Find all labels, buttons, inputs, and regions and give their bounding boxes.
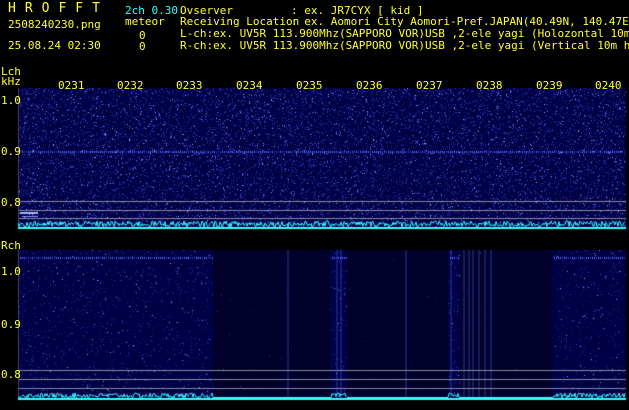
time-tick-0234: 0234 [236,79,263,92]
location-value: : ex. Aomori City Aomori-Pref.JAPAN(40.4… [291,15,629,28]
rch-tick-0-9: 0.9 [1,318,21,331]
rch-count: 0 [139,40,146,53]
hrofft-logo: HROFFT [8,1,109,16]
time-tick-0240: 0240 [595,79,622,92]
lch-tick-0-9: 0.9 [1,145,21,158]
rch-label: Rch [1,239,21,252]
time-tick-0232: 0232 [117,79,144,92]
rch-tick-1-0: 1.0 [1,265,21,278]
time-tick-0239: 0239 [536,79,563,92]
rch-tick-0-8: 0.8 [1,368,21,381]
time-tick-0231: 0231 [58,79,85,92]
lch-tick-1-0: 1.0 [1,94,21,107]
rch-description: R-ch:ex. UV5R 113.900Mhz(SAPPORO VOR)USB… [180,40,629,52]
time-tick-0238: 0238 [476,79,503,92]
time-tick-0237: 0237 [416,79,443,92]
meteor-label: meteor [125,15,165,28]
time-tick-0235: 0235 [296,79,323,92]
filename-label: 2508240230.png [8,18,101,31]
time-tick-0233: 0233 [176,79,203,92]
lch-description: L-ch:ex. UV5R 113.900Mhz(SAPPORO VOR)USB… [180,28,629,40]
lch-tick-0-8: 0.8 [1,196,21,209]
datetime-label: 25.08.24 02:30 [8,39,101,52]
location-key: Receiving Location [180,15,300,28]
spectrogram-canvas [0,0,629,410]
time-tick-0236: 0236 [356,79,383,92]
khz-label: kHz [1,75,21,88]
